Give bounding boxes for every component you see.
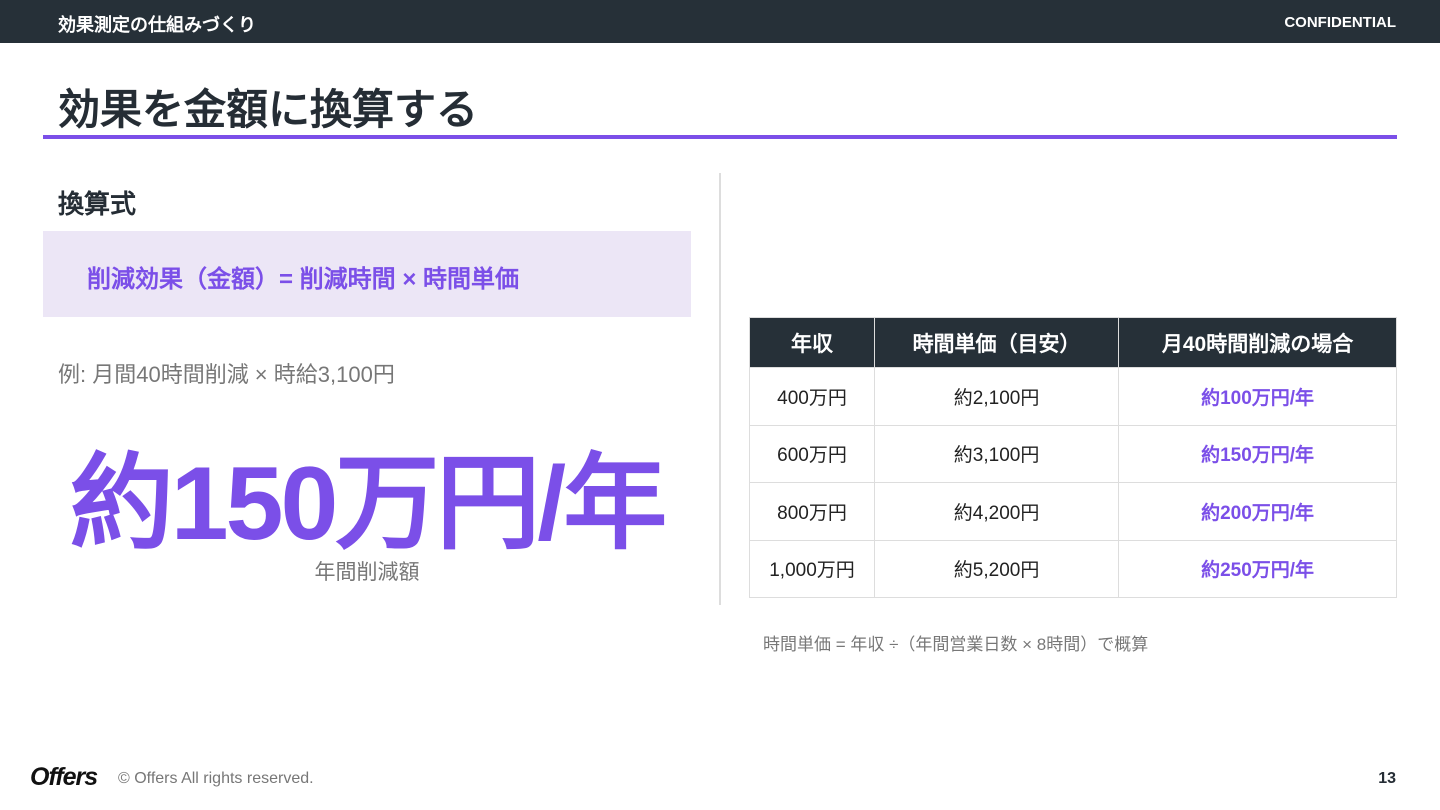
- salary-table: 年収 時間単価（目安） 月40時間削減の場合 400万円 約2,100円 約100万…: [748, 317, 1397, 598]
- saving-cell: 約200万円/年: [1118, 482, 1397, 541]
- title-divider: [43, 135, 1397, 139]
- header-cell: 年収: [748, 317, 876, 368]
- table-row: 600万円 約3,100円 約150万円/年: [748, 424, 1397, 483]
- formula-heading: 換算式: [58, 189, 137, 219]
- example-text: 例: 月間40時間削減 × 時給3,100円: [58, 362, 395, 387]
- page-title: 効果を金額に換算する: [58, 86, 479, 133]
- table-row: 800万円 約4,200円 約200万円/年: [748, 482, 1397, 541]
- table-row: 400万円 約2,100円 約100万円/年: [748, 367, 1397, 426]
- rate-cell: 約2,100円: [874, 367, 1120, 426]
- table-row: 1,000万円 約5,200円 約250万円/年: [748, 539, 1397, 598]
- page-number: 13: [1378, 770, 1396, 787]
- big-value-caption: 年間削減額: [314, 561, 420, 584]
- salary-cell: 400万円: [748, 367, 876, 426]
- offers-logo: Offers: [30, 763, 98, 791]
- header-cell: 月40時間削減の場合: [1118, 317, 1397, 368]
- top-bar: 効果測定の仕組みづくり CONFIDENTIAL: [0, 0, 1440, 43]
- header-cell: 時間単価（目安）: [874, 317, 1120, 368]
- column-divider: [719, 173, 721, 605]
- section-title: 効果測定の仕組みづくり: [58, 15, 256, 35]
- saving-cell: 約150万円/年: [1118, 424, 1397, 483]
- copyright: © Offers All rights reserved.: [118, 770, 314, 787]
- rate-cell: 約4,200円: [874, 482, 1120, 541]
- table-note: 時間単価 = 年収 ÷（年間営業日数 × 8時間）で概算: [763, 635, 1149, 654]
- rate-cell: 約3,100円: [874, 424, 1120, 483]
- rate-cell: 約5,200円: [874, 539, 1120, 598]
- salary-cell: 600万円: [748, 424, 876, 483]
- salary-cell: 1,000万円: [748, 539, 876, 598]
- salary-cell: 800万円: [748, 482, 876, 541]
- saving-cell: 約250万円/年: [1118, 539, 1397, 598]
- formula-box: 削減効果（金額）= 削減時間 × 時間単価: [43, 231, 691, 317]
- big-value: 約150万円/年: [69, 446, 667, 562]
- confidential-label: CONFIDENTIAL: [1284, 14, 1396, 31]
- saving-cell: 約100万円/年: [1118, 367, 1397, 426]
